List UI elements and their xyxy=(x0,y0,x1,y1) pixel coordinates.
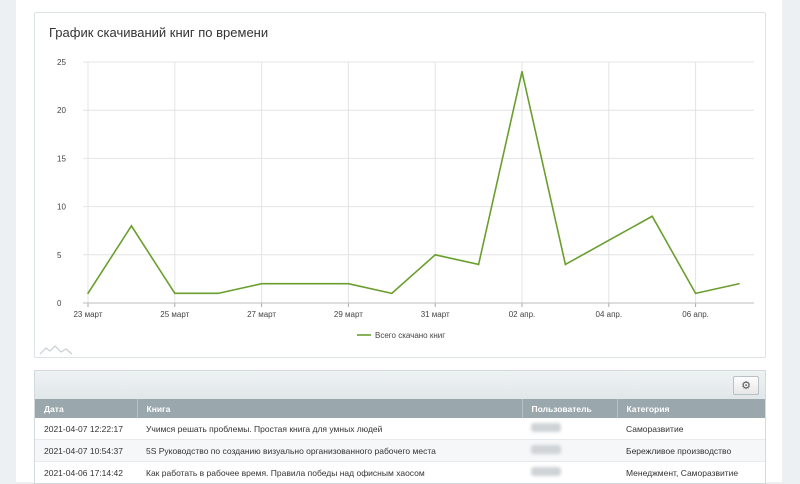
redacted-user xyxy=(531,445,561,454)
table-header-row: Дата Книга Пользователь Категория xyxy=(35,399,765,418)
data-point xyxy=(304,282,306,285)
data-point xyxy=(694,292,697,295)
cell-book: 5S Руководство по созданию визуально орг… xyxy=(137,439,522,462)
data-point xyxy=(174,292,176,295)
data-point xyxy=(87,292,89,295)
y-tick-label: 15 xyxy=(57,154,66,163)
data-point xyxy=(521,70,523,73)
cell-user xyxy=(522,461,617,483)
cell-date: 2021-04-06 17:14:42 xyxy=(35,461,137,483)
table-row[interactable]: 2021-04-06 17:14:42 Как работать в рабоч… xyxy=(35,461,765,483)
gear-icon: ⚙ xyxy=(741,380,751,392)
column-header-category[interactable]: Категория xyxy=(617,399,765,418)
cell-user xyxy=(522,418,617,440)
x-tick-label: 29 март xyxy=(334,310,363,319)
cell-date: 2021-04-07 12:22:17 xyxy=(35,418,137,440)
x-tick-label: 23 март xyxy=(73,310,102,319)
series-line xyxy=(87,71,740,295)
downloads-table-panel: ⚙ Дата Книга Пользователь Категория 2021… xyxy=(34,370,766,484)
y-tick-label: 10 xyxy=(57,203,66,212)
settings-button[interactable]: ⚙ xyxy=(733,376,759,395)
downloads-line-chart: 0 5 10 15 20 25 23 март 25 март 27 март 29 март 31… xyxy=(57,58,754,340)
data-point xyxy=(738,282,740,285)
cell-category: Саморазвитие xyxy=(617,418,765,440)
cell-category: Менеджмент, Саморазвитие xyxy=(617,461,765,483)
data-point xyxy=(391,292,393,295)
y-tick-label: 25 xyxy=(57,58,66,67)
downloads-table: Дата Книга Пользователь Категория 2021-0… xyxy=(35,399,765,483)
data-point xyxy=(477,263,480,266)
data-point xyxy=(130,225,133,227)
legend-label: Всего скачано книг xyxy=(375,331,445,340)
table-row[interactable]: 2021-04-07 10:54:37 5S Руководство по со… xyxy=(35,439,765,462)
data-point xyxy=(434,254,437,256)
data-point xyxy=(564,263,567,266)
y-tick-label: 20 xyxy=(57,106,66,115)
y-tick-label: 0 xyxy=(57,299,62,308)
cell-category: Бережливое производство xyxy=(617,439,765,462)
cell-book: Учимся решать проблемы. Простая книга дл… xyxy=(137,418,522,440)
data-point xyxy=(260,282,263,285)
x-tick-label: 25 март xyxy=(160,310,189,319)
data-point xyxy=(347,282,350,285)
x-tick-label: 06 апр. xyxy=(682,310,709,319)
chart-logo-icon xyxy=(39,345,73,355)
data-point xyxy=(217,292,219,295)
x-tick-label: 31 март xyxy=(421,310,450,319)
column-header-date[interactable]: Дата xyxy=(35,399,138,418)
table-toolbar: ⚙ xyxy=(35,371,765,400)
column-header-book[interactable]: Книга xyxy=(137,399,523,418)
data-point xyxy=(608,239,610,242)
table-row[interactable]: 2021-04-07 12:22:17 Учимся решать пробле… xyxy=(35,418,765,440)
cell-user xyxy=(522,439,617,462)
y-tick-label: 5 xyxy=(57,251,62,260)
redacted-user xyxy=(531,467,561,476)
data-point xyxy=(651,215,653,218)
x-tick-label: 02 апр. xyxy=(509,310,536,319)
x-tick-label: 04 апр. xyxy=(596,310,623,319)
cell-book: Как работать в рабочее время. Правила по… xyxy=(137,461,522,483)
redacted-user xyxy=(531,423,561,432)
x-tick-label: 27 март xyxy=(247,310,276,319)
downloads-chart-panel: График скачиваний книг по времени 0 5 10 15… xyxy=(34,12,766,358)
cell-date: 2021-04-07 10:54:37 xyxy=(35,439,137,462)
column-header-user[interactable]: Пользователь xyxy=(522,399,618,418)
